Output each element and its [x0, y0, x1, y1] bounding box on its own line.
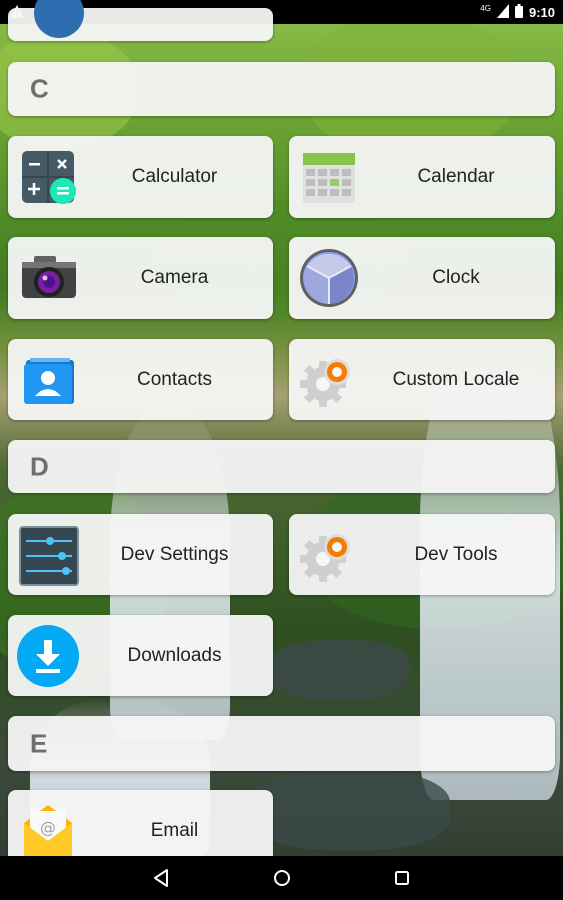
app-dev-settings[interactable]: Dev Settings — [8, 514, 273, 595]
svg-text:@: @ — [40, 818, 56, 837]
signal-icon — [496, 3, 509, 21]
gear-icon — [297, 348, 361, 412]
app-custom-locale[interactable]: Custom Locale — [289, 339, 555, 420]
app-label: Clock — [432, 267, 480, 288]
app-label: Calendar — [417, 166, 495, 187]
app-calendar[interactable]: Calendar — [289, 136, 555, 218]
app-label: Email — [150, 819, 199, 841]
contacts-icon — [16, 348, 80, 412]
app-contacts[interactable]: Contacts — [8, 339, 273, 420]
app-label: Camera — [140, 267, 209, 288]
app-icon-partial — [34, 0, 84, 38]
calculator-icon — [16, 145, 80, 209]
app-camera[interactable]: Camera — [8, 237, 273, 319]
app-dev-tools[interactable]: Dev Tools — [289, 514, 555, 595]
app-label: Custom Locale — [392, 368, 520, 390]
app-clock[interactable]: Clock — [289, 237, 555, 319]
gear-icon — [297, 523, 361, 587]
recents-icon[interactable] — [390, 866, 414, 890]
camera-icon — [16, 246, 80, 310]
home-icon[interactable] — [270, 866, 294, 890]
clock-time: 9:10 — [528, 4, 555, 20]
download-icon — [16, 624, 80, 688]
app-calculator[interactable]: Calculator — [8, 136, 273, 218]
app-card-partial[interactable] — [8, 0, 273, 41]
back-icon[interactable] — [150, 866, 174, 890]
section-letter: D — [30, 451, 49, 481]
section-header-d: D — [8, 440, 555, 493]
navigation-bar — [0, 856, 563, 900]
email-icon: @ — [16, 799, 80, 863]
app-label: Dev Tools — [414, 543, 498, 565]
app-label: Calculator — [131, 166, 218, 187]
section-letter: E — [30, 728, 48, 758]
battery-icon — [514, 3, 523, 21]
network-label: 4G — [480, 3, 491, 13]
app-label: Dev Settings — [120, 543, 229, 565]
section-header-c: C — [8, 62, 555, 116]
calendar-icon — [297, 145, 361, 209]
app-label: Contacts — [137, 368, 212, 390]
section-header-e: E — [8, 716, 555, 771]
sliders-icon — [16, 523, 80, 587]
clock-icon — [297, 246, 361, 310]
section-letter: C — [30, 73, 49, 104]
app-label: Downloads — [127, 644, 222, 666]
app-downloads[interactable]: Downloads — [8, 615, 273, 696]
